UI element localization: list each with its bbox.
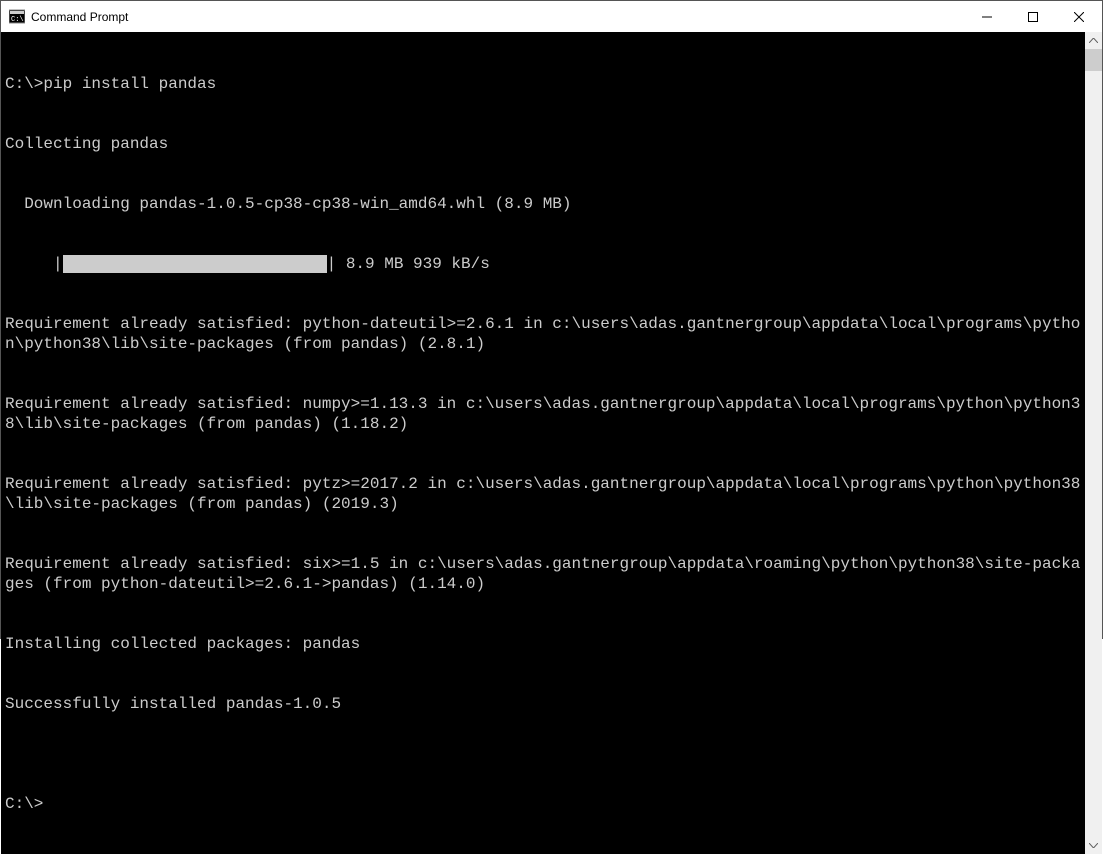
progress-suffix: | 8.9 MB 939 kB/s [327, 254, 490, 274]
output-line: Successfully installed pandas-1.0.5 [5, 694, 1081, 714]
output-line: Installing collected packages: pandas [5, 634, 1081, 654]
progress-bar-fill [63, 255, 327, 273]
progress-prefix: | [5, 254, 63, 274]
svg-text:C:\: C:\ [11, 16, 24, 24]
output-line: Requirement already satisfied: six>=1.5 … [5, 554, 1081, 594]
titlebar[interactable]: C:\ Command Prompt [1, 1, 1102, 32]
progress-bar [63, 254, 327, 274]
cmd-icon: C:\ [9, 9, 25, 25]
minimize-button[interactable] [964, 1, 1010, 32]
prompt-line: C:\>pip install pandas [5, 74, 1081, 94]
prompt: C:\> [5, 795, 43, 813]
vertical-scrollbar[interactable] [1085, 32, 1102, 854]
close-button[interactable] [1056, 1, 1102, 32]
maximize-button[interactable] [1010, 1, 1056, 32]
output-line: Downloading pandas-1.0.5-cp38-cp38-win_a… [5, 194, 1081, 214]
progress-line: | | 8.9 MB 939 kB/s [5, 254, 1081, 274]
output-line: Requirement already satisfied: python-da… [5, 314, 1081, 354]
window: C:\ Command Prompt C:\>pip install panda… [0, 0, 1103, 639]
scroll-thumb[interactable] [1085, 49, 1102, 71]
output-line: Requirement already satisfied: pytz>=201… [5, 474, 1081, 514]
terminal-output[interactable]: C:\>pip install pandas Collecting pandas… [1, 32, 1085, 854]
output-line: Collecting pandas [5, 134, 1081, 154]
command-text: pip install pandas [43, 75, 216, 93]
terminal-area: C:\>pip install pandas Collecting pandas… [1, 32, 1102, 854]
scroll-up-button[interactable] [1085, 32, 1102, 49]
output-line: Requirement already satisfied: numpy>=1.… [5, 394, 1081, 434]
prompt-line: C:\> [5, 794, 1081, 814]
prompt: C:\> [5, 75, 43, 93]
window-title: Command Prompt [31, 10, 128, 24]
scroll-down-button[interactable] [1085, 837, 1102, 854]
window-controls [964, 1, 1102, 32]
